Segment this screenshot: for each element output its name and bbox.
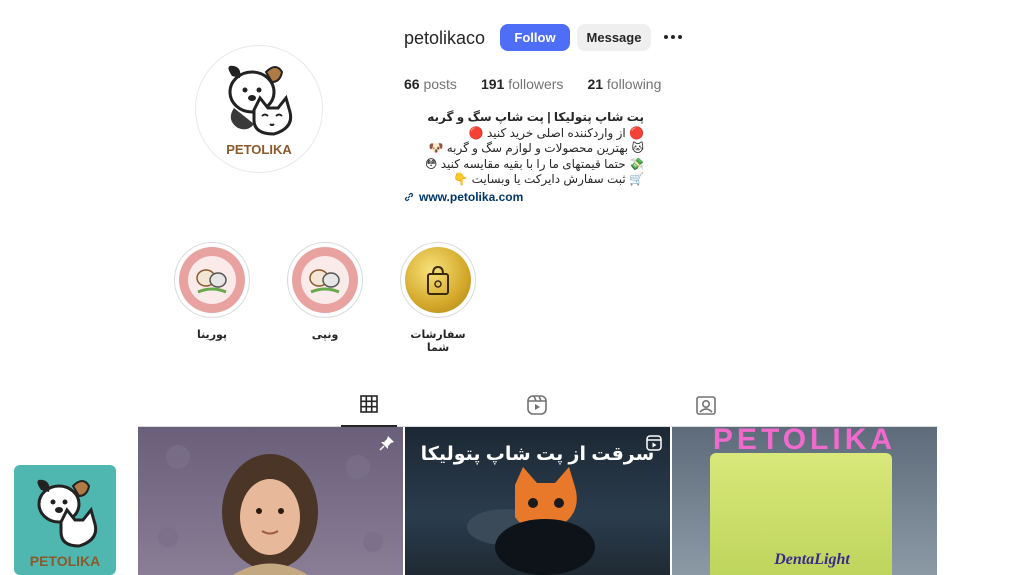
pin-icon [379,436,394,451]
highlight-label: پورینا [196,329,228,341]
tab-posts[interactable] [341,394,397,427]
posts-stat: 66 posts [404,76,457,92]
highlight-label: ونپی [311,329,339,341]
bio-line: 🛒 ثبت سفارش دایرکت یا وبسایت 👇 [453,172,644,186]
svg-text:PETOLIKA: PETOLIKA [30,553,101,569]
following-stat[interactable]: 21 following [587,76,661,92]
bio-line: 💸 حتما قیمتهای ما را با بقیه مقایسه کنید… [424,156,644,171]
post-thumbnail[interactable]: PETOLIKA DentaLight [672,427,937,575]
bio-line: 🐱 بهترین محصولات و لوازم سگ و گربه 🐶 [428,141,644,155]
highlight-your-orders[interactable]: سفارشات شما [398,242,478,354]
tab-tagged[interactable] [678,394,734,427]
petolika-logo: PETOLIKA [30,479,101,569]
highlight-cover [292,247,358,313]
post-image [158,445,383,575]
highlight-purina[interactable]: پورینا [172,242,252,341]
link-icon [404,193,414,202]
profile-username: petolikaco [404,28,486,48]
follow-button[interactable]: Follow [500,24,570,51]
post-caption: سرقت از پت شاپ پتولیکا [420,444,655,465]
more-icon[interactable] [660,26,686,48]
product-label: DentaLight [774,551,850,568]
bio-link[interactable]: www.petolika.com [404,190,644,206]
tagged-icon [696,396,716,415]
bio-line: 🔴 از واردکننده اصلی خرید کنید 🔴 [468,125,644,140]
highlight-cover [179,247,245,313]
followers-stat[interactable]: 191 followers [481,76,564,92]
bio-name: پت شاپ پتولیکا | پت شاپ سگ و گربه [427,110,644,124]
profile-stats: 66 posts 191 followers 21 following [404,76,685,92]
profile-bio: پت شاپ پتولیکا | پت شاپ سگ و گربه 🔴 از و… [404,110,644,205]
reel-icon [646,435,662,451]
highlight-vanpy[interactable]: ونپی [285,242,365,341]
highlight-cover [405,247,471,313]
post-thumbnail[interactable] [138,427,403,575]
petolika-logo: PETOLIKA [226,65,292,157]
highlight-label: سفارشات شما [410,329,466,354]
post-thumbnail[interactable]: سرقت از پت شاپ پتولیکا [405,427,670,575]
profile-avatar[interactable]: PETOLIKA [195,45,323,173]
shopping-bag-icon [427,265,449,295]
svg-text:PETOLIKA: PETOLIKA [226,142,292,157]
tab-reels[interactable] [509,394,565,427]
grid-icon [360,395,378,413]
reels-icon [527,395,547,415]
message-button[interactable]: Message [577,24,651,51]
corner-logo: PETOLIKA [14,465,116,575]
